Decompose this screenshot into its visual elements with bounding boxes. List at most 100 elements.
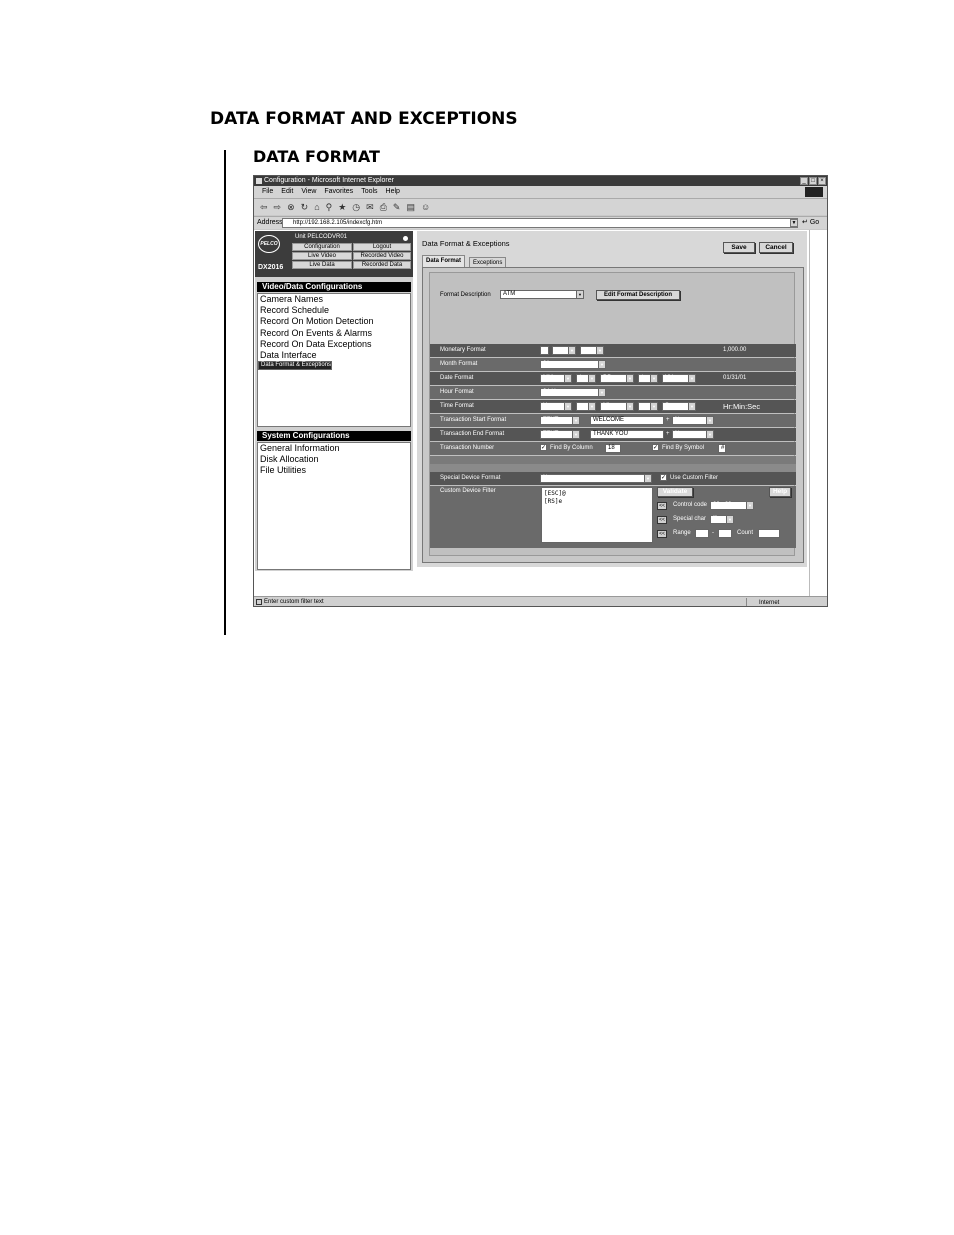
monetary-symbol-select[interactable] xyxy=(540,346,549,355)
date-part2-select[interactable]: DD ▼ xyxy=(600,374,634,383)
print-icon[interactable]: ⎙ xyxy=(380,202,387,212)
tab-data-format[interactable]: Data Format xyxy=(422,255,466,267)
tx-end-type-select[interactable]: TEXT ▼ xyxy=(540,430,580,439)
edit-icon[interactable]: ✎ xyxy=(393,202,401,212)
chevron-down-icon: ▼ xyxy=(598,361,605,368)
tx-start-text-input[interactable]: WELCOME xyxy=(590,416,664,425)
menu-view[interactable]: View xyxy=(301,186,316,198)
address-dropdown-icon[interactable]: ▼ xyxy=(790,219,798,227)
forward-icon[interactable]: ⇨ xyxy=(274,202,282,212)
stop-icon[interactable]: ⊗ xyxy=(287,202,295,212)
nav-record-schedule[interactable]: Record Schedule xyxy=(258,305,410,316)
symbol-input[interactable]: # xyxy=(718,444,726,453)
nav-general-info[interactable]: General Information xyxy=(258,443,410,454)
time-part2-select[interactable]: Min ▼ xyxy=(600,402,634,411)
insert-special-char-button[interactable]: << xyxy=(657,516,667,524)
time-sep2-select[interactable]: : ▼ xyxy=(638,402,658,411)
time-row: Time Format Hr ▼ : ▼ Min ▼ : ▼ Sec ▼ Hr:Min:S… xyxy=(430,400,796,413)
range-start-input[interactable] xyxy=(695,529,709,538)
recorded-video-button[interactable]: Recorded Video xyxy=(353,252,411,260)
save-button[interactable]: Save xyxy=(723,242,755,253)
insert-control-code-button[interactable]: << xyxy=(657,502,667,510)
range-end-input[interactable] xyxy=(718,529,732,538)
tab-exceptions[interactable]: Exceptions xyxy=(469,257,507,267)
nav-record-motion[interactable]: Record On Motion Detection xyxy=(258,316,410,327)
special-char-label: Special char xyxy=(673,516,707,522)
mail-icon[interactable]: ✉ xyxy=(366,202,374,212)
monetary-thousands-select[interactable]: , ▼ xyxy=(552,346,576,355)
time-sep1-select[interactable]: : ▼ xyxy=(576,402,596,411)
search-icon[interactable]: ⚲ xyxy=(326,202,333,212)
live-data-button[interactable]: Live Data xyxy=(292,261,352,269)
menu-favorites[interactable]: Favorites xyxy=(324,186,353,198)
edit-format-button[interactable]: Edit Format Description xyxy=(596,290,680,300)
count-input[interactable] xyxy=(758,529,780,538)
discuss-icon[interactable]: ▤ xyxy=(406,202,415,212)
find-by-symbol-checkbox[interactable]: ✓ xyxy=(652,444,659,451)
minimize-icon[interactable]: _ xyxy=(800,177,808,185)
nav-disk-allocation[interactable]: Disk Allocation xyxy=(258,454,410,465)
home-icon[interactable]: ⌂ xyxy=(314,202,319,212)
date-sep1-select[interactable]: / ▼ xyxy=(576,374,596,383)
go-button[interactable]: ↵ Go xyxy=(802,217,819,229)
validate-button[interactable]: Validate xyxy=(657,487,693,497)
time-example: Hr:Min:Sec xyxy=(723,402,761,411)
refresh-icon[interactable]: ↻ xyxy=(301,202,309,212)
logout-button[interactable]: Logout xyxy=(353,243,411,251)
address-input[interactable]: http://192.168.2.105/indexcfg.htm xyxy=(282,218,798,228)
favorites-icon[interactable]: ★ xyxy=(338,202,346,212)
tx-start-type-select[interactable]: TEXT ▼ xyxy=(540,416,580,425)
nav-record-data-exceptions[interactable]: Record On Data Exceptions xyxy=(258,339,410,350)
date-example: 01/31/01 xyxy=(723,375,747,381)
use-custom-filter-checkbox[interactable]: ✓ xyxy=(660,474,667,481)
menu-edit[interactable]: Edit xyxy=(281,186,293,198)
date-part1-select[interactable]: MM ▼ xyxy=(540,374,572,383)
maximize-icon[interactable]: □ xyxy=(809,177,817,185)
insert-range-button[interactable]: << xyxy=(657,530,667,538)
nav-file-utilities[interactable]: File Utilities xyxy=(258,465,410,476)
tx-number-row: Transaction Number ✓ Find By Column 18 ✓… xyxy=(430,442,796,455)
menu-help[interactable]: Help xyxy=(386,186,400,198)
tx-end-extra-select[interactable]: None ▼ xyxy=(672,430,714,439)
back-icon[interactable]: ⇦ xyxy=(260,202,268,212)
tx-start-extra-select[interactable]: None ▼ xyxy=(672,416,714,425)
find-by-column-checkbox[interactable]: ✓ xyxy=(540,444,547,451)
date-part3-select[interactable]: YY ▼ xyxy=(662,374,696,383)
date-part3-value: YY xyxy=(665,375,674,381)
menu-tools[interactable]: Tools xyxy=(361,186,377,198)
special-char-select[interactable]: '[' ▼ xyxy=(710,515,734,524)
month-select[interactable]: 01 ▼ xyxy=(540,360,606,369)
toolbar: ⇦ ⇨ ⊗ ↻ ⌂ ⚲ ★ ◷ ✉ ⎙ ✎ ▤ ☺ xyxy=(254,198,827,215)
nav-record-events[interactable]: Record On Events & Alarms xyxy=(258,328,410,339)
filter-line: [RS]e xyxy=(544,498,563,505)
date-label: Date Format xyxy=(440,375,474,381)
page-scrollbar[interactable] xyxy=(809,230,827,596)
time-part1-select[interactable]: Hr ▼ xyxy=(540,402,572,411)
nav-camera-names[interactable]: Camera Names xyxy=(258,294,410,305)
tx-end-text-input[interactable]: THANK YOU xyxy=(590,430,664,439)
date-part2-value: DD xyxy=(603,375,612,381)
menu-file[interactable]: File xyxy=(262,186,273,198)
close-icon[interactable]: × xyxy=(818,177,826,185)
history-icon[interactable]: ◷ xyxy=(352,202,360,212)
column-input[interactable]: 18 xyxy=(605,444,621,453)
monetary-decimal-select[interactable]: . ▼ xyxy=(580,346,604,355)
nav-data-format[interactable]: Data Format & Exceptions xyxy=(258,361,333,371)
custom-filter-textarea[interactable]: [ESC]@ [RS]e xyxy=(541,487,653,543)
recorded-data-button[interactable]: Recorded Data xyxy=(353,261,411,269)
help-button[interactable]: Help xyxy=(769,487,791,497)
range-dash: - xyxy=(712,530,714,536)
format-description-select[interactable]: ATM ▼ xyxy=(500,290,584,299)
tx-end-type-value: TEXT xyxy=(543,431,559,437)
special-device-select[interactable]: None ▼ xyxy=(540,474,652,483)
time-part3-select[interactable]: Sec ▼ xyxy=(662,402,696,411)
cancel-button[interactable]: Cancel xyxy=(759,242,793,253)
live-video-button[interactable]: Live Video xyxy=(292,252,352,260)
separator xyxy=(430,456,796,464)
control-code-select[interactable]: 09 <29> ▼ xyxy=(710,501,754,510)
date-sep2-select[interactable]: / ▼ xyxy=(638,374,658,383)
messenger-icon[interactable]: ☺ xyxy=(421,202,430,212)
configuration-button[interactable]: Configuration xyxy=(292,243,352,251)
nav-data-interface[interactable]: Data Interface xyxy=(258,350,410,361)
hour-select[interactable]: 24 Hour ▼ xyxy=(540,388,606,397)
